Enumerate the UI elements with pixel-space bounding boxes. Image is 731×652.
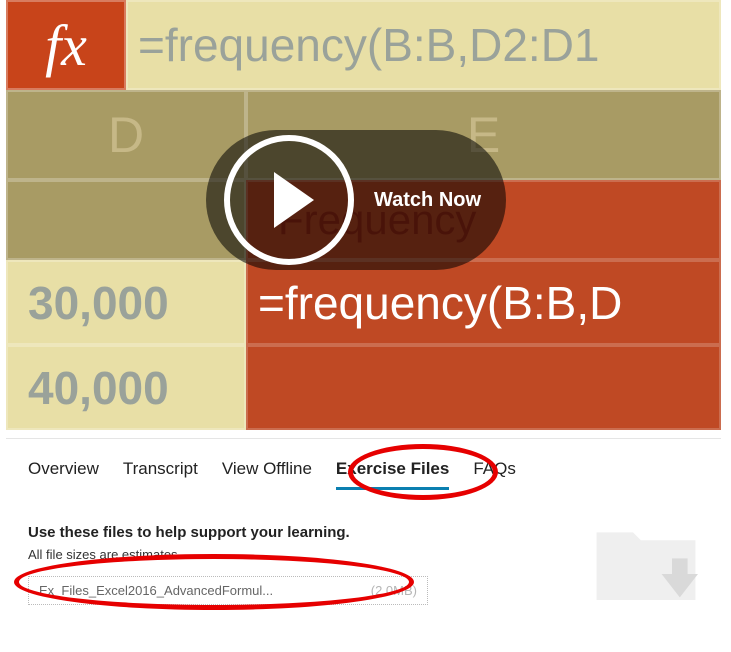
fx-box: fx [6,0,126,90]
formula-cell-1: =frequency(B:B,D [246,260,721,345]
tab-exercise-files[interactable]: Exercise Files [336,459,449,490]
value-cell-30000: 30,000 [6,260,246,345]
download-file-link[interactable]: Ex_Files_Excel2016_AdvancedFormul... (2.… [28,576,428,605]
file-size: (2.0MB) [371,583,417,598]
formula-cell-2 [246,345,721,430]
tab-overview[interactable]: Overview [28,459,99,490]
play-icon [224,135,354,265]
tab-view-offline[interactable]: View Offline [222,459,312,490]
formula-bar: =frequency(B:B,D2:D1 [126,0,721,90]
play-button[interactable]: Watch Now [206,130,506,270]
video-thumbnail[interactable]: fx =frequency(B:B,D2:D1 D E Frequency 30… [6,0,721,430]
tab-bar: Overview Transcript View Offline Exercis… [6,439,721,500]
file-name: Ex_Files_Excel2016_AdvancedFormul... [39,583,273,598]
download-folder-icon [581,496,711,626]
exercise-files-content: Use these files to help support your lea… [6,500,721,615]
tab-transcript[interactable]: Transcript [123,459,198,490]
tab-faqs[interactable]: FAQs [473,459,516,490]
watch-now-label: Watch Now [374,189,481,212]
col-header-d: D [6,90,246,180]
value-cell-40000: 40,000 [6,345,246,430]
course-panel: Overview Transcript View Offline Exercis… [6,438,721,615]
